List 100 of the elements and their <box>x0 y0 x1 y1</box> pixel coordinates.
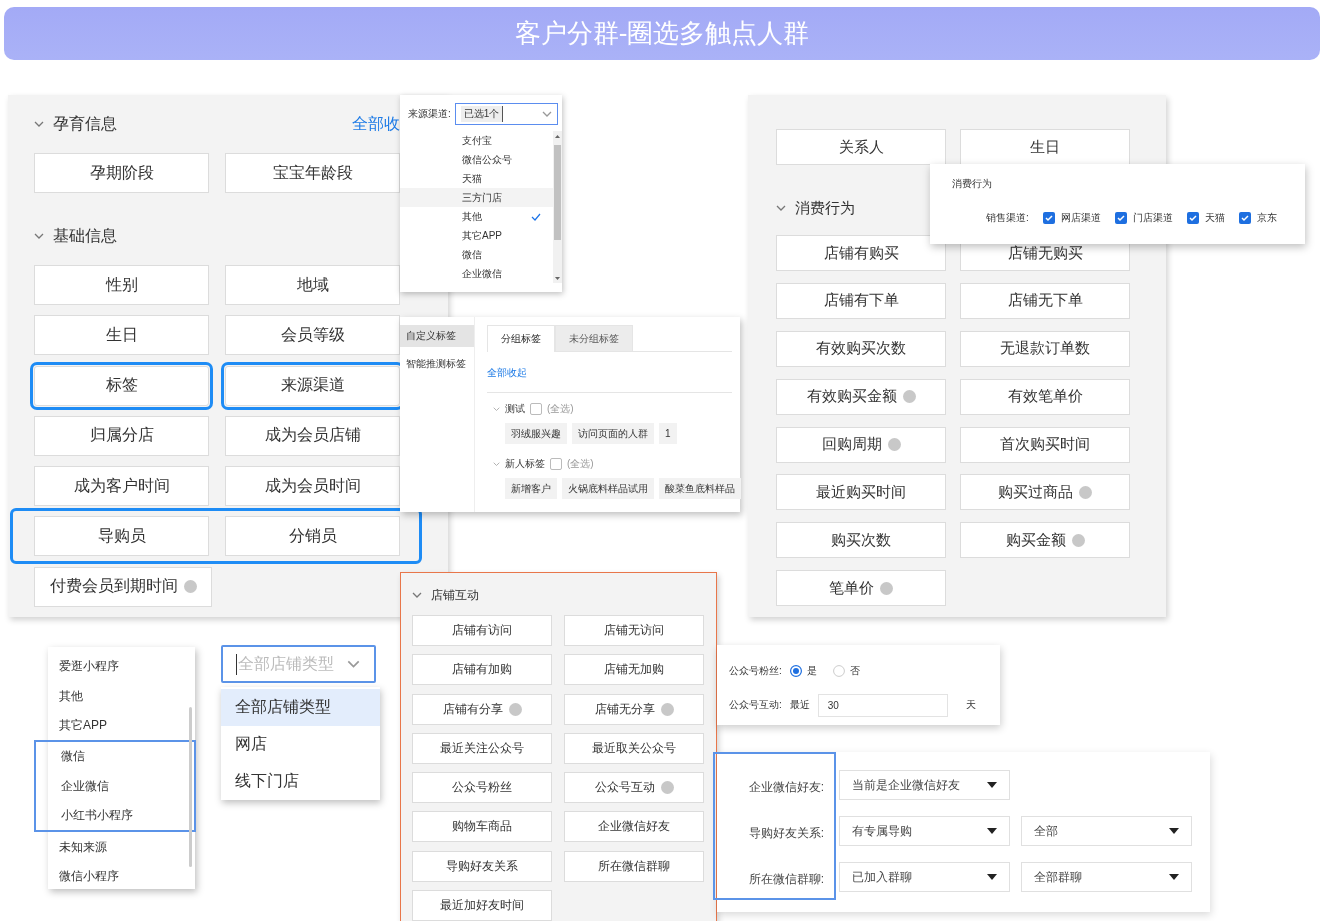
checkbox-option[interactable]: 京东 <box>1238 211 1277 225</box>
filter-button[interactable]: 最近取关公众号 <box>564 732 704 764</box>
select-field[interactable]: 全部 <box>1021 816 1192 846</box>
collapse-link[interactable]: 全部收 <box>352 113 400 135</box>
select-field[interactable]: 有专属导购 <box>839 816 1010 846</box>
filter-button[interactable]: 首次购买时间 <box>960 426 1130 463</box>
checkbox[interactable] <box>1238 212 1251 224</box>
tag-chip[interactable]: 新增客户 <box>505 478 557 499</box>
filter-button[interactable]: 地域 <box>225 265 400 305</box>
filter-button[interactable]: 所在微信群聊 <box>564 850 704 882</box>
multi-select-field[interactable]: 已选1个 <box>454 103 558 125</box>
filter-button[interactable]: 店铺有分享 <box>412 693 552 725</box>
tag-chip[interactable]: 访问页面的人群 <box>572 423 654 444</box>
dropdown-option[interactable]: 微信 <box>400 245 553 264</box>
filter-button[interactable]: 最近加好友时间 <box>412 890 552 921</box>
list-item[interactable]: 未知来源 <box>48 832 195 862</box>
list-item[interactable]: 爱逛小程序 <box>48 652 195 682</box>
dropdown-triangle-icon <box>1169 874 1179 880</box>
filter-button[interactable]: 最近关注公众号 <box>412 732 552 764</box>
filter-button[interactable]: 成为会员时间 <box>225 466 400 507</box>
dropdown-option[interactable]: 微信公众号 <box>400 150 553 169</box>
number-field[interactable]: 30 <box>817 693 948 717</box>
list-item[interactable]: 微信小程序 <box>48 861 195 892</box>
radio-button[interactable] <box>789 665 802 677</box>
checkbox[interactable] <box>1042 212 1055 224</box>
option-label: 三方门店 <box>462 190 502 205</box>
filter-button[interactable]: 回购周期 <box>776 426 946 463</box>
tab[interactable]: 分组标签 <box>487 325 555 352</box>
filter-button[interactable]: 成为客户时间 <box>34 466 209 507</box>
section-title: 基础信息 <box>53 225 117 246</box>
filter-button[interactable]: 会员等级 <box>225 315 400 356</box>
dropdown-option[interactable]: 线下门店 <box>221 763 380 800</box>
sidebar-item[interactable]: 智能推测标签 <box>400 353 474 375</box>
filter-button[interactable]: 公众号互动 <box>564 772 704 804</box>
dropdown-option[interactable]: 网店 <box>221 726 380 763</box>
checkbox[interactable] <box>1114 212 1127 224</box>
filter-button[interactable]: 购买次数 <box>776 522 946 559</box>
checkbox[interactable] <box>1186 212 1199 224</box>
dropdown-option[interactable]: 全部店铺类型 <box>221 689 380 726</box>
filter-button[interactable]: 店铺无下单 <box>960 282 1130 319</box>
dropdown-option[interactable]: 天猫 <box>400 169 553 188</box>
filter-button[interactable]: 关系人 <box>776 129 946 165</box>
filter-button[interactable]: 导购好友关系 <box>412 850 552 882</box>
tag-chip[interactable]: 羽绒服兴趣 <box>505 423 567 444</box>
filter-button[interactable]: 成为会员店铺 <box>225 415 400 456</box>
filter-button[interactable]: 公众号粉丝 <box>412 772 552 804</box>
dropdown-option[interactable]: 其它APP <box>400 226 553 245</box>
select-field[interactable]: 全部群聊 <box>1021 862 1192 892</box>
collapse-link[interactable]: 全部收起 <box>487 366 527 380</box>
filter-button[interactable]: 有效购买次数 <box>776 330 946 367</box>
list-item[interactable]: 微信 <box>50 742 194 772</box>
checkbox-option[interactable]: 门店渠道 <box>1114 211 1173 225</box>
filter-button[interactable]: 付费会员到期时间 <box>34 566 212 607</box>
tag-chip[interactable]: 火锅底料样品试用 <box>562 478 654 499</box>
filter-button[interactable]: 店铺有下单 <box>776 282 946 319</box>
checkbox-option[interactable]: 网店渠道 <box>1042 211 1101 225</box>
filter-button[interactable]: 店铺无访问 <box>564 615 704 646</box>
filter-button[interactable]: 笔单价 <box>776 570 946 607</box>
filter-button[interactable]: 店铺有访问 <box>412 615 552 646</box>
filter-button[interactable]: 有效笔单价 <box>960 378 1130 415</box>
filter-button[interactable]: 分销员 <box>225 516 400 557</box>
filter-button[interactable]: 店铺无加购 <box>564 654 704 686</box>
checkbox[interactable] <box>530 403 542 415</box>
filter-button[interactable]: 生日 <box>34 315 209 356</box>
filter-button[interactable]: 购买过商品 <box>960 474 1130 511</box>
tab[interactable]: 未分组标签 <box>555 325 633 351</box>
dropdown-option[interactable]: 企业微信 <box>400 264 553 283</box>
checkbox[interactable] <box>550 458 562 470</box>
filter-button[interactable]: 最近购买时间 <box>776 474 946 511</box>
filter-button[interactable]: 店铺有购买 <box>776 235 946 271</box>
filter-button[interactable]: 企业微信好友 <box>564 811 704 843</box>
dropdown-option[interactable]: 其他 <box>400 207 553 226</box>
filter-button[interactable]: 无退款订单数 <box>960 330 1130 367</box>
filter-button[interactable]: 店铺无分享 <box>564 693 704 725</box>
checkbox-option[interactable]: 天猫 <box>1186 211 1225 225</box>
select-field[interactable]: 当前是企业微信好友 <box>839 770 1010 800</box>
dropdown-option[interactable]: 支付宝 <box>400 131 553 150</box>
filter-button[interactable]: 生日 <box>960 129 1130 165</box>
filter-button[interactable]: 性别 <box>34 265 209 305</box>
list-item[interactable]: 企业微信 <box>50 771 194 801</box>
filter-button[interactable]: 购买金额 <box>960 522 1130 559</box>
filter-button[interactable]: 归属分店 <box>34 415 209 456</box>
tag-chip[interactable]: 1 <box>659 423 677 444</box>
filter-button[interactable]: 有效购买金额 <box>776 378 946 415</box>
chevron-icon <box>412 592 422 598</box>
radio-option[interactable]: 否 <box>832 664 860 678</box>
filter-button[interactable]: 购物车商品 <box>412 811 552 843</box>
filter-button[interactable]: 导购员 <box>34 516 209 557</box>
list-item[interactable]: 其它APP <box>48 710 195 741</box>
group-title: 新人标签 <box>505 457 545 471</box>
filter-button[interactable]: 孕期阶段 <box>34 153 209 193</box>
dropdown-option[interactable]: 三方门店 <box>400 188 553 207</box>
list-item[interactable]: 小红书小程序 <box>50 800 194 831</box>
filter-button[interactable]: 店铺有加购 <box>412 654 552 686</box>
tag-chip[interactable]: 酸菜鱼底料样品 <box>659 478 741 499</box>
sidebar-item[interactable]: 自定义标签 <box>400 325 474 347</box>
select-field[interactable]: 已加入群聊 <box>839 862 1010 892</box>
radio-option[interactable]: 是 <box>789 664 817 678</box>
filter-button[interactable]: 宝宝年龄段 <box>225 153 400 193</box>
list-item[interactable]: 其他 <box>48 681 195 711</box>
